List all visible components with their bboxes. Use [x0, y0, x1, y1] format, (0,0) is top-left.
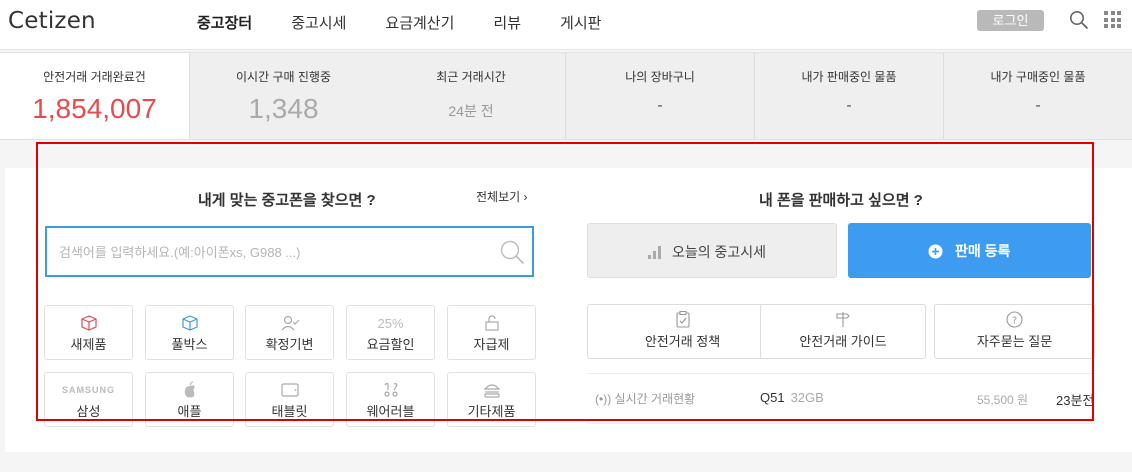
apple-icon	[184, 381, 195, 398]
category-fullbox[interactable]: 풀박스	[145, 305, 234, 360]
main-nav: 중고장터 중고시세 요금계산기 리뷰 게시판	[197, 12, 640, 33]
phone-search-input[interactable]	[59, 240, 479, 264]
category-new[interactable]: 새제품	[44, 305, 133, 360]
menu-grid-icon[interactable]	[1104, 11, 1121, 28]
stat-label: 내가 판매중인 물품	[801, 70, 897, 84]
category-samsung[interactable]: SAMSUNG 삼성	[44, 372, 133, 427]
sell-register-label: 판매 등록	[955, 243, 1011, 259]
nav-item-used-price[interactable]: 중고시세	[291, 12, 346, 33]
box-blue-icon	[181, 315, 198, 331]
category-wearable[interactable]: 웨어러블	[346, 372, 435, 427]
category-confirmed-change[interactable]: 확정기변	[245, 305, 334, 360]
info-button-label: 안전거래 가이드	[799, 334, 887, 349]
category-unlocked[interactable]: 자급제	[447, 305, 536, 360]
broadcast-icon: (•))	[595, 392, 615, 406]
question-icon: ?	[1006, 311, 1023, 328]
stats-bar: 안전거래 거래완료건 1,854,007 이시간 구매 진행중 1,348 최근…	[0, 52, 1132, 140]
percent-icon: 25%	[377, 315, 404, 331]
realtime-label: 실시간 거래현황	[614, 392, 696, 406]
site-logo[interactable]: Cetizen	[8, 8, 96, 34]
signpost-icon	[836, 312, 850, 327]
realtime-storage: 32GB	[790, 390, 824, 405]
faq-button[interactable]: ? 자주묻는 질문	[934, 304, 1095, 359]
sell-register-button[interactable]: 판매 등록	[848, 223, 1091, 278]
chevron-right-icon: ›	[520, 190, 528, 204]
realtime-label-wrap: (•)) 실시간 거래현황	[595, 390, 695, 407]
burger-icon	[483, 384, 500, 398]
stat-my-selling[interactable]: 내가 판매중인 물품 -	[755, 53, 943, 139]
search-icon[interactable]	[499, 239, 525, 265]
stat-label: 나의 장바구니	[625, 70, 695, 84]
stat-value: -	[846, 97, 852, 114]
samsung-logo: SAMSUNG	[61, 385, 115, 395]
realtime-price: 55,500 원	[977, 393, 1029, 407]
realtime-item[interactable]: Q51 32GB	[760, 390, 824, 405]
realtime-model: Q51	[760, 390, 785, 405]
top-header: Cetizen 중고장터 중고시세 요금계산기 리뷰 게시판 로그인	[0, 0, 1132, 50]
tablet-icon	[280, 383, 299, 397]
today-market-price-label: 오늘의 중고시세	[672, 244, 767, 260]
category-tablet[interactable]: 태블릿	[245, 372, 334, 427]
login-button[interactable]: 로그인	[977, 10, 1044, 31]
nav-item-used-market[interactable]: 중고장터	[197, 12, 252, 33]
realtime-time: 23분전	[1056, 393, 1095, 408]
nav-item-board[interactable]: 게시판	[560, 12, 601, 33]
find-phone-title: 내게 맞는 중고폰을 찾으면 ?	[198, 192, 376, 209]
category-apple[interactable]: 애플	[145, 372, 234, 427]
stat-label: 내가 구매중인 물품	[990, 70, 1086, 84]
info-button-label: 자주묻는 질문	[976, 334, 1053, 349]
stat-value: -	[657, 97, 663, 114]
bar-chart-icon	[648, 246, 661, 259]
plus-circle-icon	[928, 244, 943, 259]
stat-value: 24분 전	[448, 103, 494, 119]
watch-icon	[383, 383, 398, 397]
category-label: 풀박스	[171, 337, 208, 352]
safe-trade-guide-button[interactable]: 안전거래 가이드	[760, 304, 926, 359]
category-label: 새제품	[70, 337, 107, 352]
stat-buying-now: 이시간 구매 진행중 1,348	[190, 53, 377, 139]
info-button-label: 안전거래 정책	[644, 334, 721, 349]
stat-my-buying[interactable]: 내가 구매중인 물품 -	[944, 53, 1132, 139]
category-label: 확정기변	[265, 337, 314, 352]
stat-label: 최근 거래시간	[436, 70, 506, 84]
category-other[interactable]: 기타제품	[447, 372, 536, 427]
svg-text:?: ?	[1012, 315, 1017, 326]
category-rate-discount[interactable]: 25% 요금할인	[346, 305, 435, 360]
today-market-price-button[interactable]: 오늘의 중고시세	[587, 223, 837, 278]
user-check-icon	[281, 315, 299, 331]
category-label: 태블릿	[271, 404, 308, 419]
stat-label: 안전거래 거래완료건	[43, 70, 146, 84]
sell-phone-title: 내 폰을 판매하고 싶으면 ?	[759, 192, 923, 209]
unlock-icon	[484, 315, 499, 331]
stat-my-cart[interactable]: 나의 장바구니 -	[566, 53, 754, 139]
realtime-trade-ticker: (•)) 실시간 거래현황 Q51 32GB 55,500 원 23분전	[587, 373, 1095, 424]
stat-label: 이시간 구매 진행중	[236, 70, 331, 84]
phone-search-box	[45, 226, 534, 277]
safe-trade-policy-button[interactable]: 안전거래 정책	[587, 304, 778, 359]
category-label: 삼성	[76, 404, 101, 419]
category-label: 요금할인	[366, 337, 415, 352]
stat-value: 1,348	[248, 93, 319, 124]
stat-value: 1,854,007	[32, 93, 157, 124]
stat-recent-trade: 최근 거래시간 24분 전	[377, 53, 565, 139]
category-label: 자급제	[473, 337, 510, 352]
nav-item-rate-calculator[interactable]: 요금계산기	[385, 12, 454, 33]
category-label: 기타제품	[467, 404, 516, 419]
nav-item-review[interactable]: 리뷰	[493, 12, 521, 33]
clipboard-icon	[675, 311, 690, 328]
view-all-link[interactable]: 전체보기 ›	[476, 188, 528, 205]
stat-value: -	[1035, 97, 1041, 114]
view-all-label: 전체보기	[476, 190, 521, 204]
category-label: 웨어러블	[366, 404, 415, 419]
stat-safe-trades: 안전거래 거래완료건 1,854,007	[0, 53, 189, 139]
box-red-icon	[80, 315, 97, 331]
search-icon[interactable]	[1069, 10, 1089, 30]
category-label: 애플	[177, 404, 202, 419]
